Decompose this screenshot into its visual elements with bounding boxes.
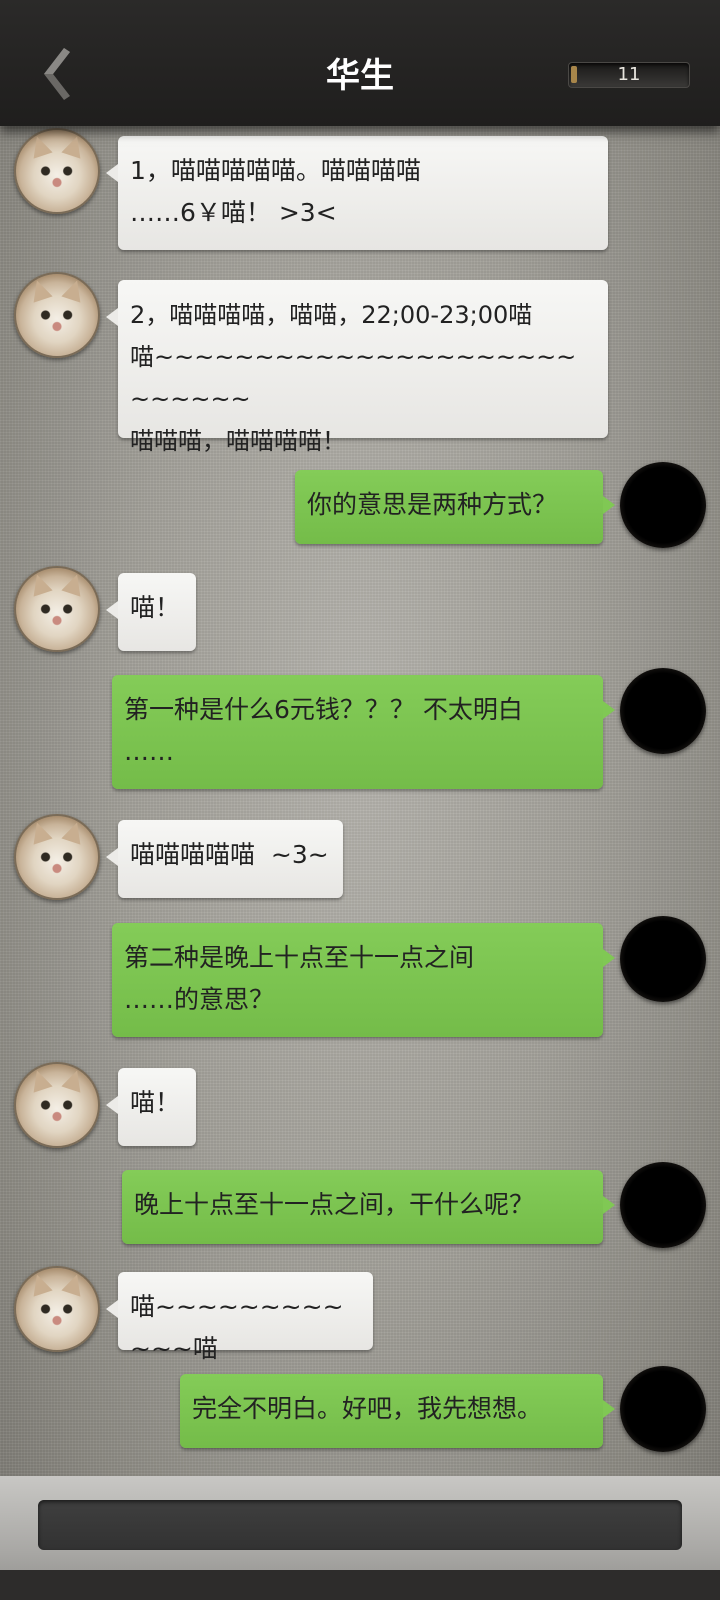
counter-value: 11 — [617, 64, 641, 85]
contact-avatar[interactable] — [14, 1266, 100, 1352]
user-avatar[interactable] — [620, 916, 706, 1002]
top-bar: 华生 11 — [0, 0, 720, 126]
message-bubble-incoming: 2，喵喵喵喵，喵喵，22;00-23;00喵 喵~~~~~~~~~~~~~~~~… — [106, 280, 608, 455]
message-bubble-outgoing: 完全不明白。好吧，我先想想。 — [180, 1374, 615, 1448]
message-bubble-outgoing: 第二种是晚上十点至十一点之间 ……的意思？ — [112, 923, 615, 1037]
user-avatar[interactable] — [620, 462, 706, 548]
contact-avatar[interactable] — [14, 128, 100, 214]
user-avatar[interactable] — [620, 1162, 706, 1248]
message-bubble-incoming: 喵喵喵喵喵 ~3~ — [106, 820, 343, 898]
bottom-bar — [0, 1476, 720, 1600]
contact-avatar[interactable] — [14, 566, 100, 652]
user-avatar[interactable] — [620, 668, 706, 754]
contact-avatar[interactable] — [14, 1062, 100, 1148]
message-bubble-incoming: 喵！ — [106, 1068, 196, 1146]
progress-counter: 11 — [568, 62, 690, 88]
message-input[interactable] — [38, 1500, 682, 1550]
message-bubble-outgoing: 晚上十点至十一点之间，干什么呢？ — [122, 1170, 615, 1244]
message-bubble-incoming: 喵~~~~~~~~~~~~喵 — [106, 1272, 373, 1363]
contact-avatar[interactable] — [14, 814, 100, 900]
contact-avatar[interactable] — [14, 272, 100, 358]
message-bubble-incoming: 喵！ — [106, 573, 196, 651]
message-bubble-incoming: 1，喵喵喵喵喵。喵喵喵喵 ……6￥喵！ >3< — [106, 136, 608, 250]
message-bubble-outgoing: 你的意思是两种方式？ — [295, 470, 615, 544]
bottom-strip — [0, 1570, 720, 1600]
user-avatar[interactable] — [620, 1366, 706, 1452]
message-bubble-outgoing: 第一种是什么6元钱？？？ 不太明白 …… — [112, 675, 615, 789]
